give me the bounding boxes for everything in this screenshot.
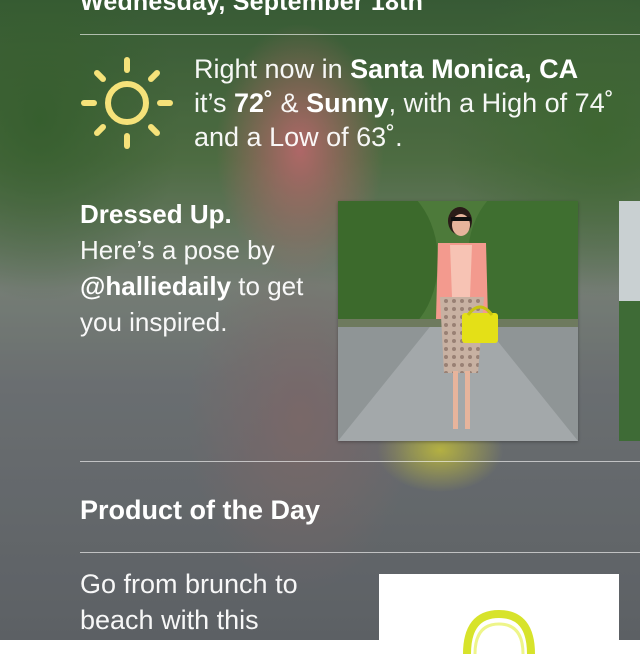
current-temperature: 72˚ [234,88,274,118]
weather-summary: Right now in Santa Monica, CA it’s 72˚ & … [194,54,614,152]
inspiration-text: Dressed Up. Here’s a pose by @halliedaily… [80,196,330,340]
high-temperature: 74˚ [574,88,614,118]
location: Santa Monica, CA [350,54,579,84]
divider [80,34,640,35]
divider [80,461,640,462]
product-description: Go from brunch to beach with this [80,569,298,635]
handle-link[interactable]: @halliedaily [80,271,231,301]
product-image[interactable] [379,574,619,654]
inspiration-photo[interactable] [338,201,578,441]
divider [80,552,640,553]
inspiration-title: Dressed Up. [80,199,232,229]
weather-condition: Sunny [306,88,389,118]
sun-icon [81,57,173,149]
section-title: Product of the Day [80,495,321,525]
date-heading: Wednesday, September 18th [80,0,424,16]
low-temperature: 63˚ [356,122,396,152]
next-photo-peek[interactable] [619,201,640,441]
